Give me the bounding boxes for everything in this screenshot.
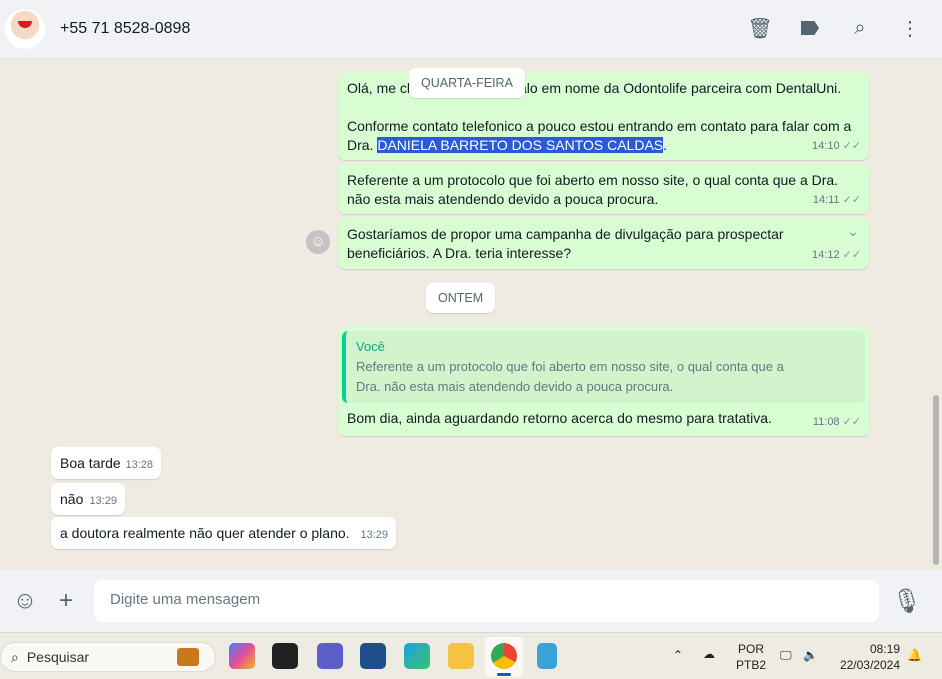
plus-icon[interactable]: + [51,586,81,616]
message-incoming[interactable]: não 13:29 [51,483,125,515]
message-time: 13:29 [89,495,117,507]
message-time: 13:28 [125,459,153,471]
message-time: 14:10 [812,140,840,152]
keyboard-layout: PTB2 [736,658,767,672]
clock-date: 22/03/2024 [839,658,900,672]
emoji-icon[interactable]: ☺ [10,586,40,616]
composer: ☺ + Digite uma mensagem 🎙 [0,570,942,632]
edge-icon[interactable] [404,643,430,669]
message-outgoing[interactable]: Gostaríamos de propor uma campanha de di… [338,218,869,269]
briefcase-icon [177,648,199,666]
task-view-icon[interactable] [272,643,298,669]
contact-avatar[interactable] [5,9,45,49]
label-icon[interactable] [798,16,822,40]
message-text: Boa tarde [60,455,121,471]
date-chip: ONTEM [426,283,496,313]
notification-bell-icon[interactable]: 🔔 [907,647,922,663]
quoted-message[interactable]: Você Referente a um protocolo que foi ab… [342,331,865,403]
chat-area: Olá, me chamo Lizandra e falo em nome da… [0,60,942,570]
delete-icon[interactable]: 🗑 [747,16,772,40]
contact-title[interactable]: +55 71 8528-0898 [60,20,190,38]
network-icon[interactable]: 🖵 [780,647,792,663]
message-text: Bom dia, ainda aguardando retorno acerca… [347,410,772,426]
message-outgoing[interactable]: Referente a um protocolo que foi aberto … [338,164,869,214]
file-explorer-icon[interactable] [448,643,474,669]
message-text: Conforme contato telefonico a pouco esto… [347,118,852,153]
volume-icon[interactable]: 🔈 [803,647,818,663]
message-incoming[interactable]: a doutora realmente não quer atender o p… [51,517,396,549]
message-time: 14:11 [812,194,840,206]
chrome-icon [491,643,517,669]
message-input[interactable]: Digite uma mensagem [94,580,879,622]
scrollbar[interactable] [933,395,939,565]
message-incoming[interactable]: Boa tarde 13:28 [51,447,161,479]
chevron-up-icon[interactable]: ⌃ [673,647,683,663]
message-text: Gostaríamos de propor uma campanha de di… [347,226,784,261]
double-check-icon: ✓✓ [842,194,861,206]
language-indicator[interactable]: POR PTB2 [736,641,766,673]
microphone-icon[interactable]: 🎙 [892,586,922,616]
search-icon: ⌕ [11,648,19,665]
cloud-offline-icon[interactable]: ☁ [703,646,715,662]
message-text: Referente a um protocolo que foi aberto … [347,172,839,207]
chat-header: +55 71 8528-0898 🗑 ⌕ ⋮ [0,0,942,59]
search-icon[interactable]: ⌕ [848,16,872,40]
selected-text: DANIELA BARRETO DOS SANTOS CALDAS [377,137,664,153]
message-outgoing[interactable]: Você Referente a um protocolo que foi ab… [338,326,869,436]
menu-icon[interactable]: ⋮ [898,16,922,40]
chrome-taskbar-button[interactable] [485,637,523,677]
message-time: 11:08 [812,416,840,428]
message-time: 14:12 [812,249,840,261]
taskbar-search[interactable]: ⌕ Pesquisar [0,642,216,672]
clock-time: 08:19 [869,642,900,656]
search-label: Pesquisar [26,649,90,665]
message-text: não [60,491,84,507]
clock[interactable]: 08:19 22/03/2024 [836,641,900,673]
chevron-down-icon[interactable]: ⌄ [847,222,859,241]
copilot-icon[interactable] [229,643,255,669]
emoji-react-icon[interactable]: ☺ [306,230,330,254]
double-check-icon: ✓✓ [842,416,861,428]
quote-author: Você [356,339,385,354]
message-text: a doutora realmente não quer atender o p… [60,525,350,541]
double-check-icon: ✓✓ [842,249,861,261]
double-check-icon: ✓✓ [842,140,861,152]
date-chip: QUARTA-FEIRA [409,68,525,98]
teams-icon[interactable] [317,643,343,669]
message-time: 13:29 [360,529,388,541]
store-icon[interactable] [360,643,386,669]
lang-code: POR [738,642,765,656]
quote-text: Referente a um protocolo que foi aberto … [356,359,784,394]
notepad-icon[interactable] [537,643,557,669]
taskbar: ⌕ Pesquisar ⌃ ☁ POR PTB2 🖵 🔈 08:19 22/03/2… [0,632,942,679]
